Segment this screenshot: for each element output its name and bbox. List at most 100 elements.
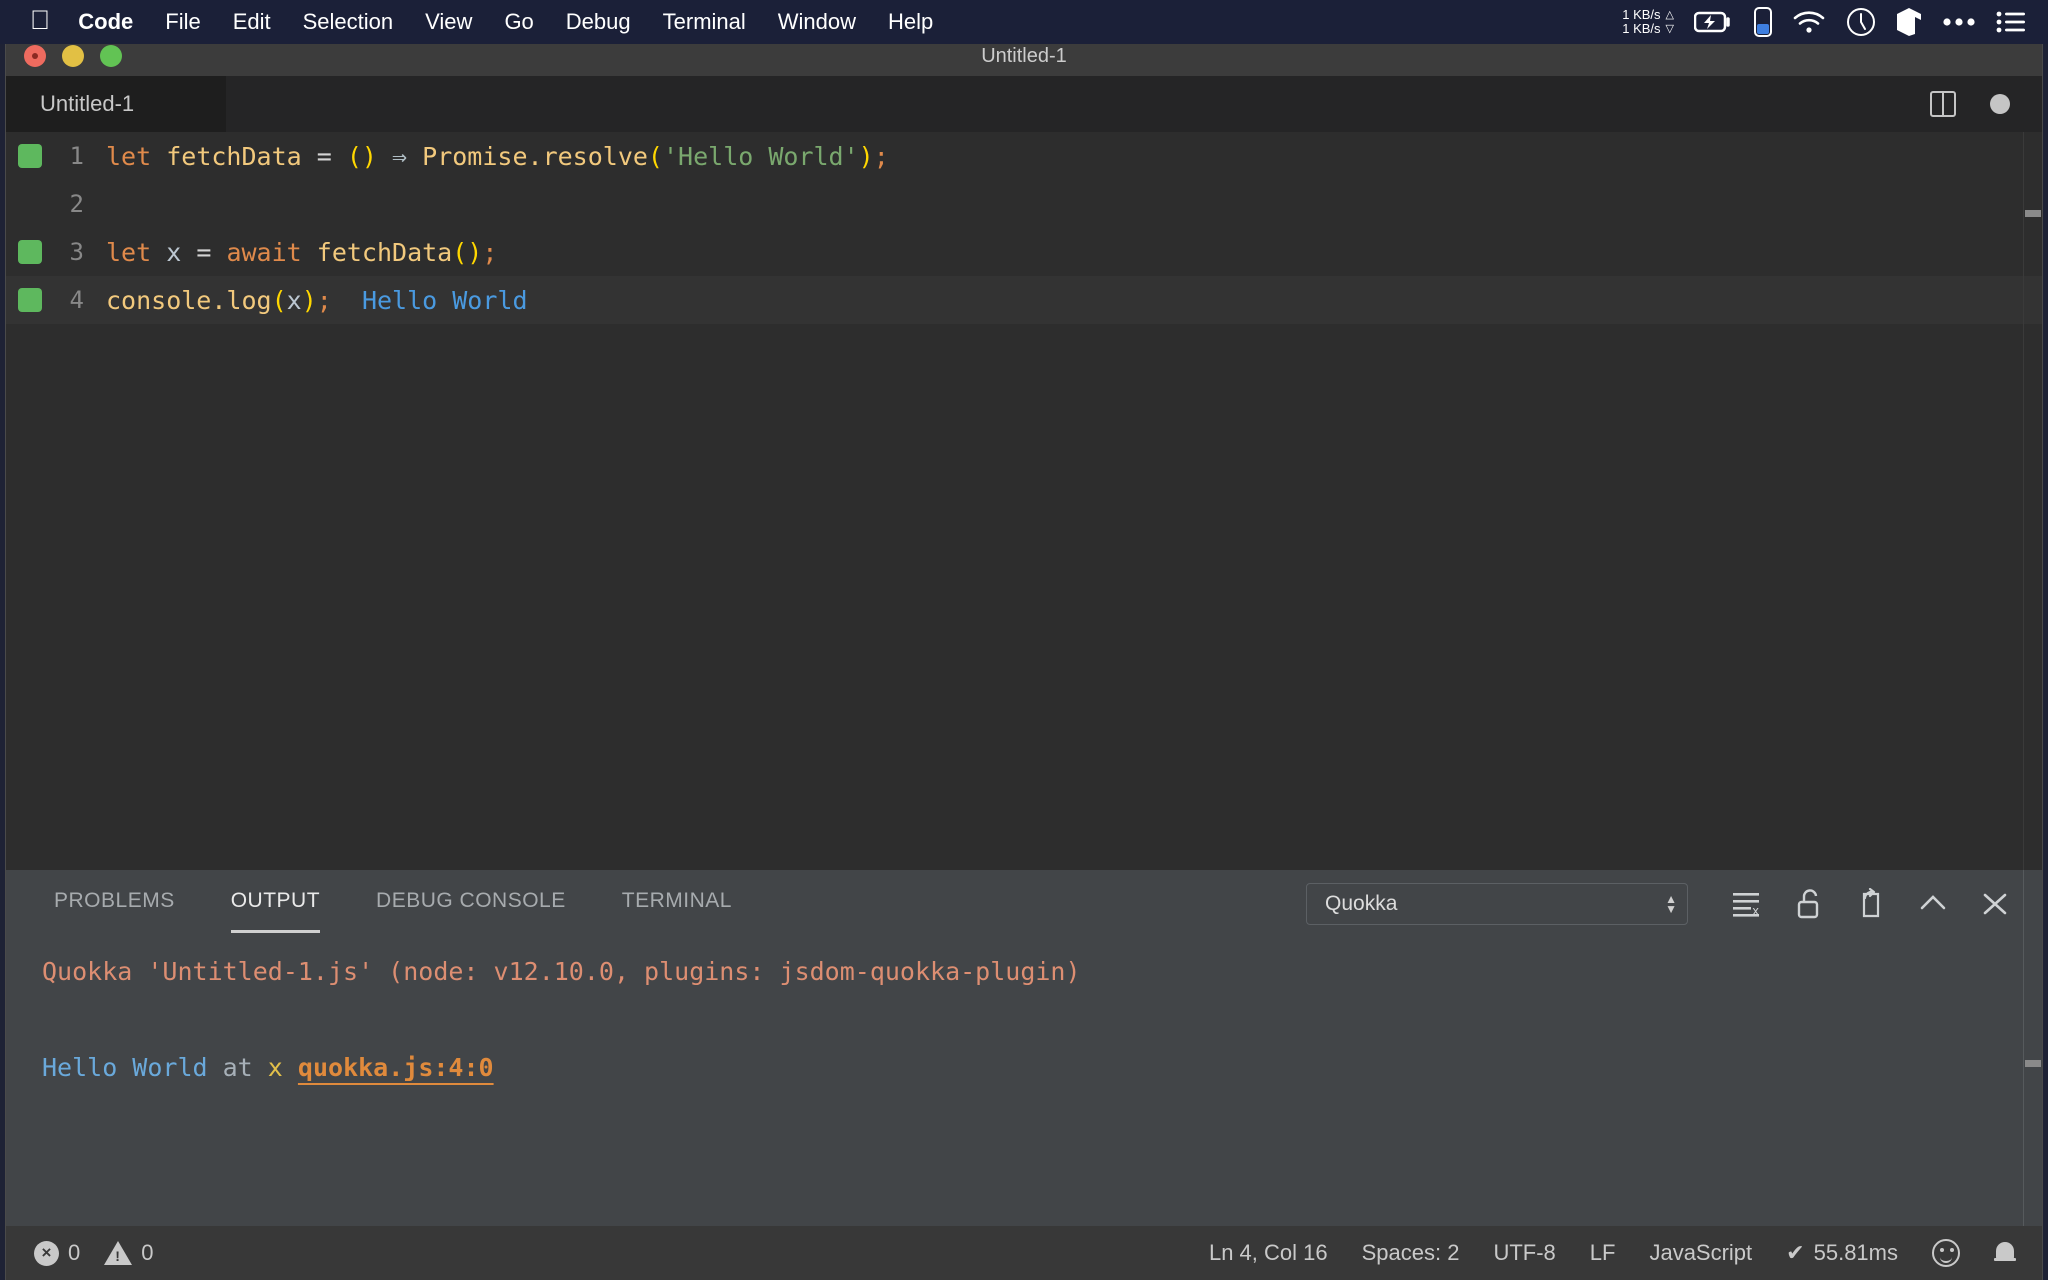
status-notifications[interactable] [1994, 1240, 2016, 1266]
split-editor-icon[interactable] [1930, 91, 1956, 117]
menu-item-selection[interactable]: Selection [303, 9, 394, 35]
maximize-panel-icon[interactable] [1916, 887, 1950, 921]
macos-menu-bar:  Code File Edit Selection View Go Debug Termin… [0, 0, 2048, 44]
menu-item-debug[interactable]: Debug [566, 9, 631, 35]
status-bar-right: Ln 4, Col 16 Spaces: 2 UTF-8 LF JavaScri… [1175, 1239, 2042, 1267]
control-center-icon[interactable] [1996, 10, 2026, 34]
code-token: resolve [542, 141, 648, 171]
code-token: () [346, 141, 377, 171]
output-channel-select[interactable]: Quokka ▲ ▼ [1306, 883, 1688, 925]
unlock-icon[interactable] [1792, 887, 1826, 921]
network-speed-indicator: 1 KB/s △ 1 KB/s ▽ [1622, 8, 1674, 36]
status-encoding[interactable]: UTF-8 [1493, 1240, 1555, 1266]
panel-tab-debug-console[interactable]: DEBUG CONSOLE [376, 889, 566, 919]
cube-icon[interactable] [1896, 7, 1922, 37]
bottom-panel: PROBLEMS OUTPUT DEBUG CONSOLE TERMINAL Quok… [6, 870, 2042, 1226]
status-indentation[interactable]: Spaces: 2 [1362, 1240, 1460, 1266]
wifi-icon[interactable] [1792, 10, 1826, 34]
status-language-mode[interactable]: JavaScript [1649, 1240, 1752, 1266]
status-eol[interactable]: LF [1590, 1240, 1616, 1266]
quokka-gutter-marker[interactable] [18, 288, 42, 312]
error-icon: × [34, 1240, 59, 1266]
download-arrow-icon: ▽ [1665, 23, 1674, 35]
code-token: x [286, 285, 302, 315]
menu-item-edit[interactable]: Edit [233, 9, 271, 35]
unsaved-dot-icon[interactable] [1990, 94, 2010, 114]
code-text: let x = await fetchData(); [106, 238, 497, 267]
code-line[interactable]: 3 let x = await fetchData(); [6, 228, 2042, 276]
clock-icon[interactable] [1846, 7, 1876, 37]
code-token: . [527, 141, 543, 171]
code-token: Hello World [361, 285, 528, 315]
menu-item-go[interactable]: Go [504, 9, 533, 35]
output-channel-value: Quokka [1325, 892, 1398, 915]
code-line[interactable]: 2 [6, 180, 2042, 228]
menu-item-terminal[interactable]: Terminal [663, 9, 746, 35]
status-errors[interactable]: × 0 [34, 1240, 80, 1266]
editor-tab-strip: Untitled-1 [6, 76, 2042, 132]
status-cursor-position[interactable]: Ln 4, Col 16 [1209, 1240, 1328, 1266]
code-token: ) [858, 141, 874, 171]
output-file-link[interactable]: quokka.js:4:0 [298, 1053, 494, 1082]
open-in-editor-icon[interactable] [1854, 887, 1888, 921]
menu-item-help[interactable]: Help [888, 9, 933, 35]
tab-strip-spacer [226, 76, 1930, 132]
code-line[interactable]: 1 let fetchData = () ⇒ Promise.resolve('H… [6, 132, 2042, 180]
output-line: Quokka 'Untitled-1.js' (node: v12.10.0, … [42, 948, 2042, 996]
status-warnings[interactable]: 0 [104, 1240, 154, 1266]
code-token: ; [873, 141, 889, 171]
status-quokka-time[interactable]: ✔ 55.81ms [1786, 1240, 1898, 1266]
panel-scrollbar-thumb[interactable] [2025, 1060, 2041, 1067]
code-text: console.log(x); Hello World [106, 286, 528, 315]
download-speed: 1 KB/s [1622, 21, 1661, 36]
notifications-bell-icon [1994, 1240, 2016, 1266]
output-segment: Hello World [42, 1053, 208, 1082]
clear-output-icon[interactable]: x [1730, 887, 1764, 921]
output-segment: x [267, 1053, 283, 1082]
output-segment: Quokka 'Untitled-1.js' (node: v12.10.0, … [42, 957, 1081, 986]
quokka-check-icon: ✔ [1786, 1240, 1805, 1265]
panel-scrollbar[interactable] [2024, 870, 2042, 1226]
ellipsis-icon[interactable] [1942, 16, 1976, 28]
code-token: let [106, 237, 152, 267]
editor-tab-untitled-1[interactable]: Untitled-1 [6, 76, 226, 132]
code-token: await [226, 237, 302, 267]
panel-tab-problems[interactable]: PROBLEMS [54, 889, 175, 919]
code-editor[interactable]: 1 let fetchData = () ⇒ Promise.resolve('H… [6, 132, 2042, 870]
menu-item-file[interactable]: File [165, 9, 200, 35]
editor-scrollbar-thumb[interactable] [2025, 210, 2041, 217]
upload-arrow-icon: △ [1665, 9, 1674, 21]
device-battery-icon[interactable] [1754, 7, 1772, 37]
close-panel-icon[interactable] [1978, 887, 2012, 921]
menu-item-window[interactable]: Window [778, 9, 856, 35]
code-line[interactable]: 4 console.log(x); Hello World [6, 276, 2042, 324]
battery-charging-icon[interactable] [1694, 10, 1734, 34]
code-token: . [211, 285, 227, 315]
menu-item-code[interactable]: Code [78, 9, 133, 35]
code-token: x [166, 237, 182, 267]
quokka-gutter-marker[interactable] [18, 144, 42, 168]
code-lines-container: 1 let fetchData = () ⇒ Promise.resolve('H… [6, 132, 2042, 324]
code-token: = [181, 237, 227, 267]
editor-scrollbar[interactable] [2024, 132, 2042, 870]
output-panel-body[interactable]: Quokka 'Untitled-1.js' (node: v12.10.0, … [6, 938, 2042, 1226]
feedback-smiley-icon [1932, 1239, 1960, 1267]
apple-logo-icon[interactable]:  [30, 6, 50, 34]
code-token: 'Hello World' [662, 141, 859, 171]
code-text: let fetchData = () ⇒ Promise.resolve('He… [106, 142, 889, 171]
panel-tab-output[interactable]: OUTPUT [230, 889, 321, 933]
menu-item-view[interactable]: View [425, 9, 472, 35]
quokka-gutter-marker[interactable] [18, 240, 42, 264]
status-feedback[interactable] [1932, 1239, 1960, 1267]
svg-text:x: x [1752, 904, 1759, 918]
error-count: 0 [68, 1240, 81, 1265]
panel-tab-terminal[interactable]: TERMINAL [622, 889, 732, 919]
code-token: fetchData [166, 141, 302, 171]
